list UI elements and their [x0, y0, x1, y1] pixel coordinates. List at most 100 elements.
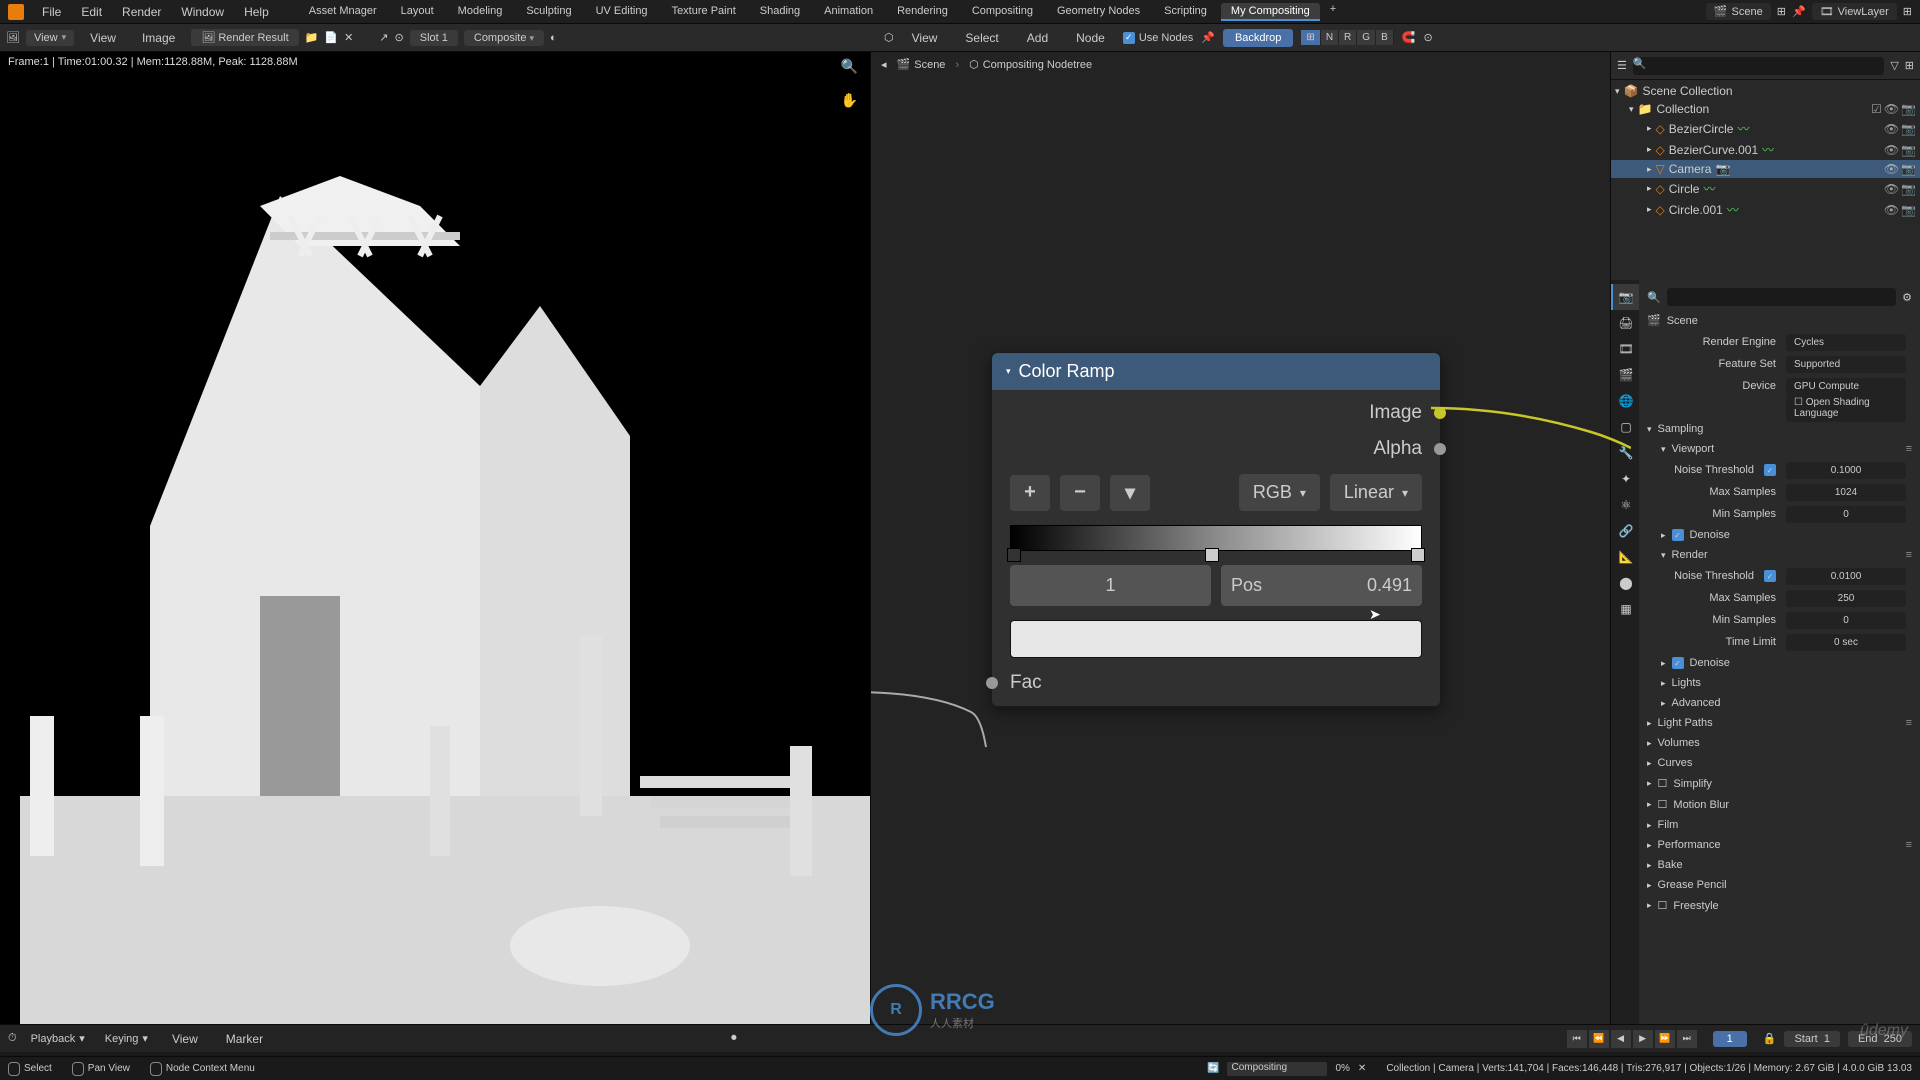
- camera-icon[interactable]: 📷: [1901, 182, 1916, 196]
- vp-max-field[interactable]: 1024: [1786, 484, 1906, 501]
- options-icon[interactable]: ⚙: [1902, 291, 1912, 304]
- ws-tab-animation[interactable]: Animation: [814, 3, 883, 21]
- tree-item-beziercircle[interactable]: ▸ ◇ BezierCircle 〰 👁📷: [1611, 118, 1920, 139]
- timeline-editor-icon[interactable]: ⏱: [8, 1032, 17, 1045]
- scene-new-icon[interactable]: ⊞: [1777, 5, 1786, 18]
- bake-header[interactable]: ▸Bake: [1639, 855, 1920, 875]
- ramp-mode-dropdown[interactable]: RGB▾: [1239, 474, 1320, 511]
- bc-scene[interactable]: 🎬 Scene: [897, 58, 946, 71]
- performance-header[interactable]: ▸Performance≡: [1639, 835, 1920, 855]
- pan-icon[interactable]: ✋: [841, 92, 858, 109]
- menu-render[interactable]: Render: [112, 5, 171, 19]
- ptab-material[interactable]: ⬤: [1611, 570, 1639, 596]
- ramp-remove-button[interactable]: −: [1060, 475, 1100, 511]
- ramp-gradient[interactable]: [1010, 525, 1422, 551]
- ch-r[interactable]: R: [1339, 30, 1357, 45]
- eye-icon[interactable]: 👁: [1884, 102, 1899, 116]
- tree-item-beziercurve[interactable]: ▸ ◇ BezierCurve.001 〰 👁📷: [1611, 139, 1920, 160]
- outliner-search[interactable]: 🔍: [1633, 57, 1884, 75]
- r-min-field[interactable]: 0: [1786, 612, 1906, 629]
- frame-lock-icon[interactable]: 🔒: [1763, 1032, 1777, 1045]
- ne-view[interactable]: View: [902, 31, 948, 45]
- autokey-icon[interactable]: ⏺: [731, 1032, 737, 1045]
- browse-images-icon[interactable]: 📁: [305, 31, 319, 44]
- node-header[interactable]: ▾ Color Ramp: [992, 353, 1440, 390]
- ptab-constraints[interactable]: 🔗: [1611, 518, 1639, 544]
- ws-tab-compositing[interactable]: Compositing: [962, 3, 1043, 21]
- exclude-icon[interactable]: ☑: [1871, 102, 1882, 116]
- node-editor-icon[interactable]: ⬡: [884, 31, 894, 44]
- menu-file[interactable]: File: [32, 5, 71, 19]
- color-mode-icon[interactable]: ◐: [550, 32, 557, 44]
- ramp-pos-field[interactable]: Pos 0.491: [1221, 565, 1422, 606]
- simplify-header[interactable]: ▸☐ Simplify: [1639, 773, 1920, 794]
- ne-select[interactable]: Select: [955, 31, 1008, 45]
- eye-icon[interactable]: 👁: [1884, 203, 1899, 217]
- current-frame[interactable]: 1: [1713, 1031, 1747, 1047]
- tree-item-circle001[interactable]: ▸ ◇ Circle.001 〰 👁📷: [1611, 199, 1920, 220]
- osl-toggle[interactable]: ☐ Open Shading Language: [1786, 394, 1906, 422]
- feature-set-dropdown[interactable]: Supported: [1786, 356, 1906, 373]
- jump-start-button[interactable]: ⏮: [1567, 1030, 1587, 1048]
- eye-icon[interactable]: 👁: [1884, 182, 1899, 196]
- overlay2-icon[interactable]: ⊙: [1423, 31, 1432, 44]
- ptab-object[interactable]: ▢: [1611, 414, 1639, 440]
- color-ramp-node[interactable]: ▾ Color Ramp Image Alpha + − ▾ RGB▾: [991, 352, 1441, 707]
- ws-tab-scripting[interactable]: Scripting: [1154, 3, 1217, 21]
- fac-socket[interactable]: [986, 677, 998, 689]
- tree-item-circle[interactable]: ▸ ◇ Circle 〰 👁📷: [1611, 178, 1920, 199]
- zoom-icon[interactable]: 🔍: [841, 58, 858, 75]
- film-header[interactable]: ▸Film: [1639, 815, 1920, 835]
- eye-icon[interactable]: 👁: [1884, 143, 1899, 157]
- image-socket[interactable]: [1434, 407, 1446, 419]
- back-icon[interactable]: ◂: [881, 58, 887, 71]
- sampling-header[interactable]: ▾Sampling: [1639, 419, 1920, 439]
- r-max-field[interactable]: 250: [1786, 590, 1906, 607]
- menu-window[interactable]: Window: [171, 5, 234, 19]
- camera-icon[interactable]: 📷: [1901, 162, 1916, 176]
- eye-icon[interactable]: 👁: [1884, 162, 1899, 176]
- viewlayer-new-icon[interactable]: ⊞: [1903, 5, 1912, 18]
- ws-tab-rendering[interactable]: Rendering: [887, 3, 958, 21]
- ws-tab-mycomp[interactable]: My Compositing: [1221, 3, 1320, 21]
- app-icon[interactable]: [8, 4, 24, 20]
- alpha-socket[interactable]: [1434, 443, 1446, 455]
- ch-n[interactable]: N: [1321, 30, 1339, 45]
- jump-end-button[interactable]: ⏭: [1677, 1030, 1697, 1048]
- device-dropdown[interactable]: GPU Compute: [1786, 378, 1906, 395]
- start-frame[interactable]: Start 1: [1784, 1031, 1839, 1047]
- slot-selector[interactable]: Slot 1: [410, 30, 458, 46]
- ws-add-button[interactable]: +: [1324, 3, 1342, 21]
- vp-noise-field[interactable]: 0.1000: [1786, 462, 1906, 479]
- vp-denoise-header[interactable]: ▸✓Denoise: [1653, 525, 1920, 545]
- outliner-mode-icon[interactable]: ☰: [1617, 59, 1627, 72]
- lightpaths-header[interactable]: ▸Light Paths≡: [1639, 713, 1920, 733]
- play-button[interactable]: ▶: [1633, 1030, 1653, 1048]
- ptab-data[interactable]: 📐: [1611, 544, 1639, 570]
- advanced-header[interactable]: ▸Advanced: [1653, 693, 1920, 713]
- volumes-header[interactable]: ▸Volumes: [1639, 733, 1920, 753]
- bc-nodetree[interactable]: ⬡ Compositing Nodetree: [969, 58, 1092, 71]
- gizmo-icon[interactable]: ↗: [379, 31, 388, 44]
- scene-pin-icon[interactable]: 📌: [1792, 5, 1806, 18]
- render-engine-dropdown[interactable]: Cycles: [1786, 334, 1906, 351]
- new-collection-icon[interactable]: ⊞: [1905, 59, 1914, 72]
- render-header[interactable]: ▾Render≡: [1653, 545, 1920, 565]
- lights-header[interactable]: ▸Lights: [1653, 673, 1920, 693]
- prop-search-input[interactable]: [1667, 288, 1896, 306]
- snap-icon[interactable]: 🧲: [1402, 31, 1416, 44]
- r-noise-field[interactable]: 0.0100: [1786, 568, 1906, 585]
- r-denoise-header[interactable]: ▸✓Denoise: [1653, 653, 1920, 673]
- ws-tab-geonodes[interactable]: Geometry Nodes: [1047, 3, 1150, 21]
- image-editor-icon[interactable]: 🖼: [6, 31, 20, 44]
- menu-edit[interactable]: Edit: [71, 5, 112, 19]
- ramp-stop-0[interactable]: [1007, 548, 1021, 562]
- ch-g[interactable]: G: [1357, 30, 1376, 45]
- play-rev-button[interactable]: ◀: [1611, 1030, 1631, 1048]
- backdrop-button[interactable]: Backdrop: [1223, 29, 1293, 47]
- cancel-icon[interactable]: ✕: [1358, 1063, 1366, 1074]
- viewlayer-selector[interactable]: 🎞 ViewLayer: [1812, 3, 1897, 20]
- r-noise-check[interactable]: ✓: [1764, 570, 1776, 582]
- ptab-physics[interactable]: ⚛: [1611, 492, 1639, 518]
- menu-help[interactable]: Help: [234, 5, 279, 19]
